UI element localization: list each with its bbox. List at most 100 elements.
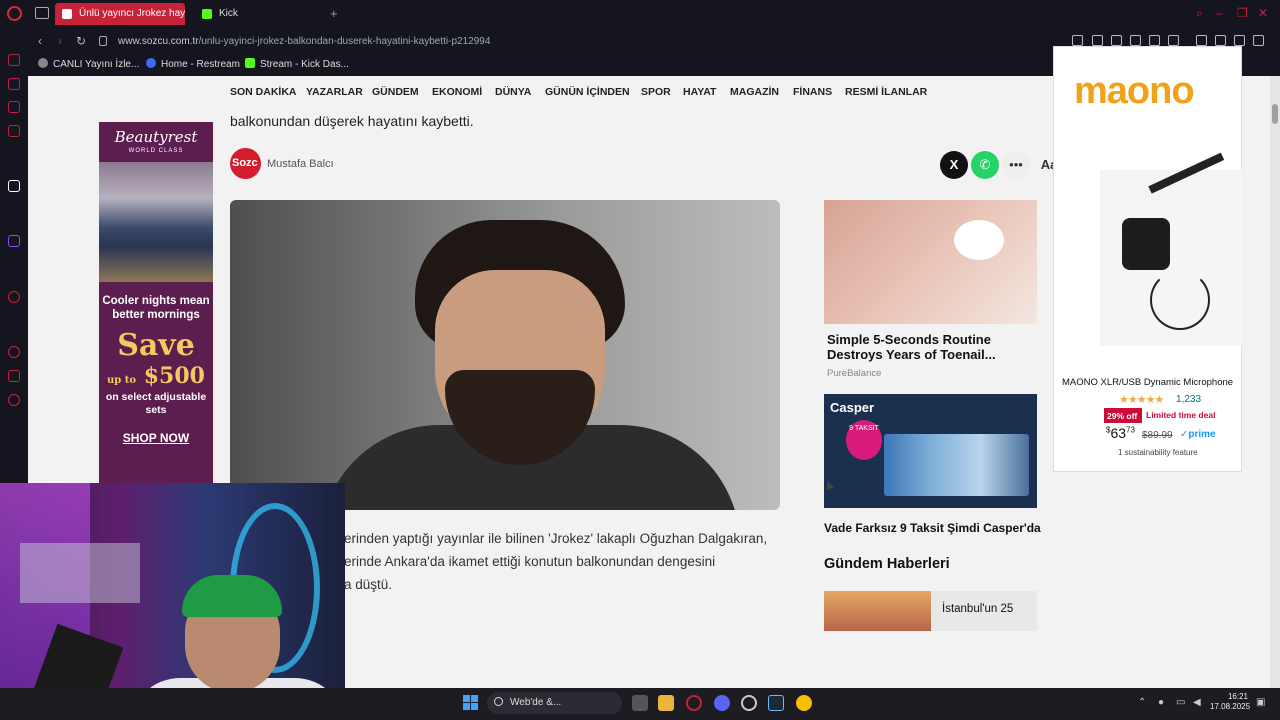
heart-icon[interactable] <box>1168 35 1179 46</box>
bookmark-canli[interactable]: CANLI Yayını İzle... <box>38 58 139 70</box>
extensions-icon[interactable] <box>1196 35 1207 46</box>
nav-gundem[interactable]: GÜNDEM <box>372 86 419 98</box>
discord-icon[interactable] <box>714 695 730 711</box>
sidebar-aria-icon[interactable] <box>8 54 20 66</box>
pin-icon[interactable] <box>1092 35 1103 46</box>
article-lead: balkonundan düşerek hayatını kaybetti. <box>230 113 474 129</box>
ad-brand: Beautyrest <box>114 128 198 146</box>
casper-ad-image[interactable]: Casper 9 TAKSİT <box>824 394 1037 508</box>
nav-son-dakika[interactable]: SON DAKİKA <box>230 86 297 98</box>
sidebar-twitch-icon[interactable] <box>8 235 20 247</box>
mic-body <box>1122 218 1170 270</box>
search-tabs-icon[interactable]: ⌕ <box>1196 6 1203 21</box>
author-avatar[interactable]: Sozc <box>230 148 261 179</box>
bookmark-restream[interactable]: Home - Restream <box>146 58 240 70</box>
bookmark-kick[interactable]: Stream - Kick Das... <box>245 58 349 70</box>
back-icon[interactable]: ‹ <box>38 34 42 48</box>
page-scrollbar[interactable] <box>1270 76 1280 688</box>
nav-gunun-icinden[interactable]: GÜNÜN İÇİNDEN <box>545 86 630 98</box>
player-icon[interactable] <box>1149 35 1160 46</box>
volume-icon[interactable]: ◀ <box>1193 697 1201 708</box>
download-icon[interactable] <box>1234 35 1245 46</box>
tab-label: Kick <box>219 8 238 19</box>
nav-ekonomi[interactable]: EKONOMİ <box>432 86 482 98</box>
sidebar-player-icon[interactable] <box>8 291 20 303</box>
url-field[interactable]: www.sozcu.com.tr/unlu-yayinci-jrokez-bal… <box>118 36 490 47</box>
windows-start-icon[interactable] <box>463 695 479 711</box>
article-body-line: erinden yaptığı yayınlar ile bilinen 'Jr… <box>344 531 768 546</box>
notification-icon[interactable]: ▣ <box>1256 697 1265 708</box>
nav-finans[interactable]: FİNANS <box>793 86 832 98</box>
restream-icon <box>146 58 156 68</box>
tab-kick[interactable]: Kick <box>195 3 315 25</box>
taksit-badge: 9 TAKSİT <box>846 420 882 460</box>
sidebar-bag-icon[interactable] <box>8 78 20 90</box>
nav-spor[interactable]: SPOR <box>641 86 671 98</box>
sidebar-messenger-icon[interactable] <box>8 101 20 113</box>
article-hero-image <box>230 200 780 510</box>
sidebar-app-icon[interactable] <box>8 180 20 192</box>
reader-icon[interactable] <box>1072 35 1083 46</box>
steam-icon[interactable] <box>768 695 784 711</box>
url-host: www.sozcu.com.tr <box>118 36 199 47</box>
section-title: Gündem Haberleri <box>824 556 950 572</box>
share-more-button[interactable]: ••• <box>1002 151 1030 179</box>
sozcu-favicon-icon <box>62 9 72 19</box>
mic-cable <box>1150 270 1210 330</box>
cotton-pad <box>954 220 1004 260</box>
sidebar-settings-icon[interactable] <box>8 394 20 406</box>
ad-upto: up to <box>107 375 137 386</box>
microphone-tray-icon[interactable]: ● <box>1158 697 1164 708</box>
opera-taskbar-icon[interactable] <box>686 695 702 711</box>
ad-beautyrest[interactable]: Beautyrest WORLD CLASS Cooler nights mea… <box>99 122 213 484</box>
task-view-icon[interactable] <box>632 695 648 711</box>
network-icon[interactable]: ▭ <box>1176 697 1185 708</box>
price-cents: 73 <box>1126 425 1135 435</box>
prime-badge: ✓prime <box>1180 429 1216 440</box>
kick-icon <box>245 58 255 68</box>
sidebar-history-icon[interactable] <box>8 346 20 358</box>
tab-sozcu[interactable]: Ünlü yayıncı Jrokez hayatı <box>55 3 185 25</box>
nav-magazin[interactable]: MAGAZİN <box>730 86 779 98</box>
author-name[interactable]: Mustafa Balcı <box>267 158 334 170</box>
file-explorer-icon[interactable] <box>658 695 674 711</box>
toenail-ad-image[interactable] <box>824 200 1037 324</box>
new-tab-button[interactable]: + <box>330 6 338 21</box>
clock-date: 17.08.2025 <box>1210 702 1251 711</box>
toenail-ad-title[interactable]: Simple 5-Seconds Routine Destroys Years … <box>827 332 1037 362</box>
opera-logo-icon[interactable] <box>7 6 22 21</box>
sidebar-video-icon[interactable] <box>8 125 20 137</box>
url-path: /unlu-yayinci-jrokez-balkondan-duserek-h… <box>198 36 491 47</box>
news-title[interactable]: İstanbul'un 25 <box>942 603 1013 615</box>
scrollbar-thumb[interactable] <box>1272 104 1278 124</box>
menu-icon[interactable] <box>1253 35 1264 46</box>
shield-icon[interactable] <box>1130 35 1141 46</box>
close-button[interactable]: ✕ <box>1258 6 1268 20</box>
ad-save: Save <box>117 328 195 363</box>
article-body-line: erinde Ankara'da ikamet ettiği konutun b… <box>344 554 716 569</box>
nav-resmi-ilanlar[interactable]: RESMİ İLANLAR <box>845 86 927 98</box>
casper-ad-title[interactable]: Vade Farksız 9 Taksit Şimdi Casper'da <box>824 521 1041 535</box>
share-whatsapp-button[interactable]: ✆ <box>971 151 999 179</box>
nav-dunya[interactable]: DÜNYA <box>495 86 531 98</box>
snapshot-icon[interactable] <box>1111 35 1122 46</box>
nav-yazarlar[interactable]: YAZARLAR <box>306 86 363 98</box>
search-icon <box>494 697 503 706</box>
forward-icon[interactable]: › <box>58 34 62 48</box>
maono-logo: maono <box>1074 70 1195 112</box>
chrome-icon[interactable] <box>796 695 812 711</box>
share-x-button[interactable]: X <box>940 151 968 179</box>
ad-shop-now[interactable]: SHOP NOW <box>99 431 213 445</box>
profile-icon[interactable] <box>1215 35 1226 46</box>
tray-chevron-icon[interactable]: ⌃ <box>1138 697 1146 708</box>
nav-hayat[interactable]: HAYAT <box>683 86 716 98</box>
sidebar-extensions-icon[interactable] <box>8 370 20 382</box>
app-icon[interactable] <box>741 695 757 711</box>
clock[interactable]: 16:21 17.08.2025 <box>1210 692 1251 712</box>
minimize-button[interactable]: – <box>1216 6 1223 20</box>
workspaces-icon[interactable] <box>35 7 49 19</box>
maximize-button[interactable]: ❐ <box>1237 6 1248 20</box>
product-name[interactable]: MAONO XLR/USB Dynamic Microphone <box>1062 377 1233 388</box>
reload-icon[interactable]: ↻ <box>76 34 86 48</box>
news-image[interactable] <box>824 591 931 631</box>
